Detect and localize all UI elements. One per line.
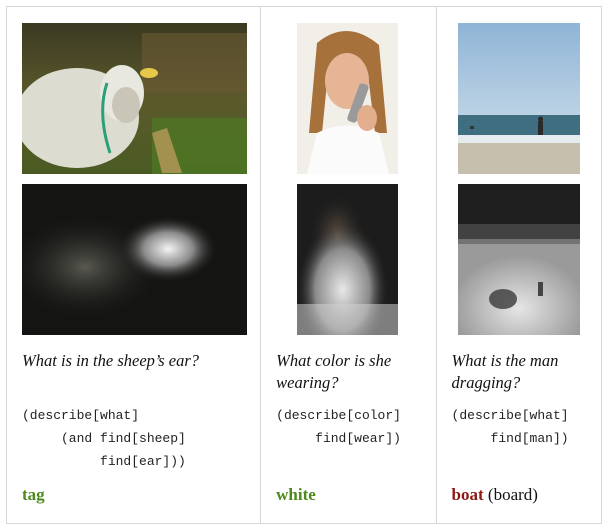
answer-word: tag: [22, 485, 45, 504]
program: (describe[what] find[man]): [451, 408, 569, 446]
answer: boat (board): [452, 485, 538, 505]
panel-beach: What is the man dragging? (describe[what…: [435, 7, 601, 523]
beach-photo: [457, 23, 580, 174]
sheep-attention-map: [22, 184, 247, 335]
answer: tag: [22, 485, 45, 505]
panel-sheep: What is in the sheep’s ear? (describe[wh…: [7, 7, 260, 523]
question: What color is she wearing?: [276, 351, 392, 392]
answer-word: white: [276, 485, 316, 504]
answer: white: [276, 485, 316, 505]
sheep-photo: [22, 23, 247, 174]
answer-word: boat: [451, 485, 484, 504]
woman-attention-map: [297, 184, 399, 335]
question: What is the man dragging?: [451, 351, 559, 392]
panel-woman: What color is she wearing? (describe[col…: [260, 7, 435, 523]
answer-note: (board): [487, 485, 538, 504]
woman-photo: [297, 23, 399, 174]
beach-attention-map: [457, 184, 580, 335]
program: (describe[color] find[wear]): [276, 408, 401, 446]
question: What is in the sheep’s ear?: [22, 351, 200, 370]
program: (describe[what] (and find[sheep] find[ea…: [22, 408, 186, 469]
figure: What is in the sheep’s ear? (describe[wh…: [6, 6, 602, 524]
